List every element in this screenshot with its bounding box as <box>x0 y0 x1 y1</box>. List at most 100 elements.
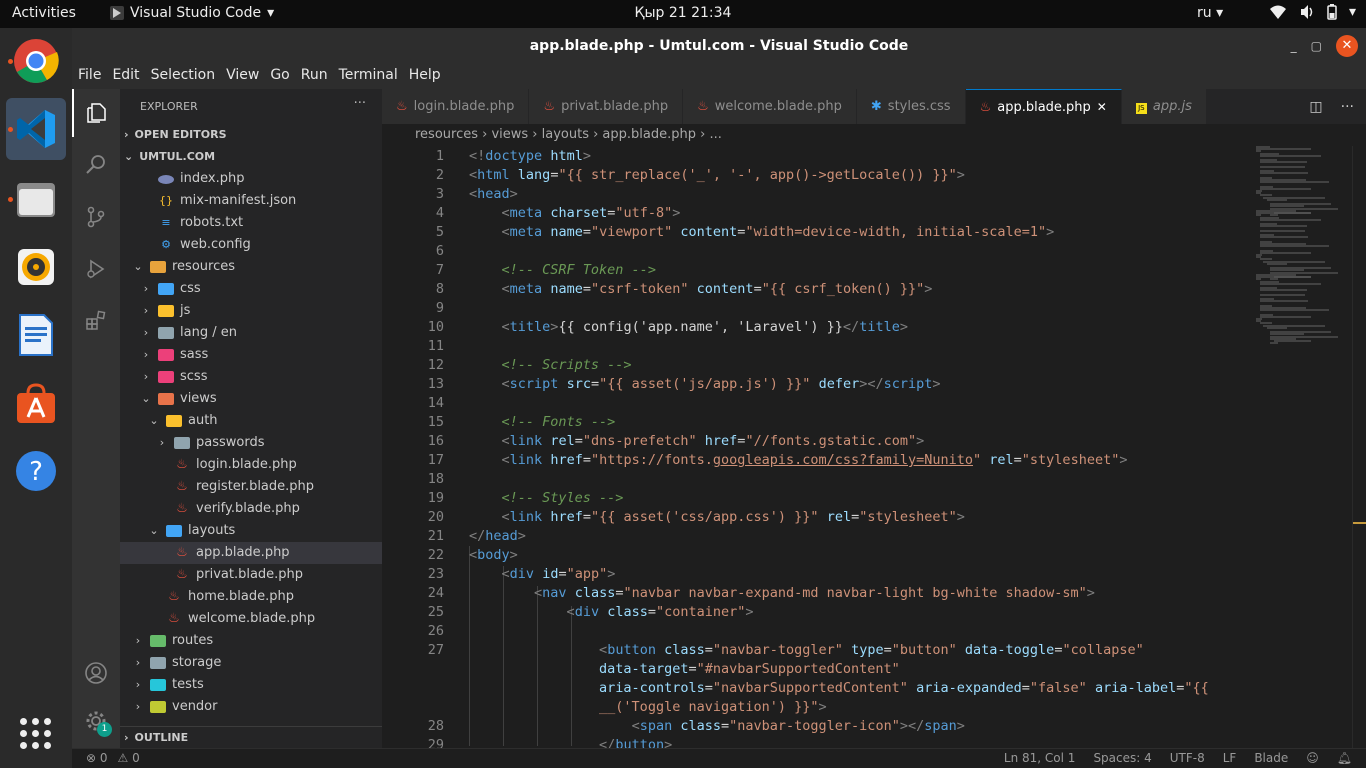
code-editor[interactable]: 1 <!doctype html> 2 <html lang="{{ str_repl… <box>382 146 1256 748</box>
dock-chrome[interactable] <box>6 30 66 92</box>
open-editors-section[interactable]: › OPEN EDITORS <box>120 124 382 146</box>
code-line[interactable]: <meta charset="utf-8"> <box>469 205 681 221</box>
editor-tab[interactable]: ♨ login.blade.php <box>382 89 530 124</box>
editor-tab[interactable]: JS app.js <box>1121 89 1207 124</box>
menu-go[interactable]: Go <box>264 64 294 89</box>
indentation[interactable]: Spaces: 4 <box>1093 751 1151 765</box>
code-line[interactable]: __('Toggle navigation') }}"> <box>469 699 827 715</box>
code-line[interactable]: data-target="#navbarSupportedContent" <box>469 661 900 677</box>
tree-item[interactable]: ≡ robots.txt <box>120 212 382 234</box>
show-applications-button[interactable] <box>20 718 52 750</box>
menu-selection[interactable]: Selection <box>145 64 221 89</box>
tree-item[interactable]: › storage <box>120 652 382 674</box>
system-tray[interactable]: ▾ <box>1269 4 1356 20</box>
notifications-bell-icon[interactable]: 🔔︎ <box>1337 751 1352 765</box>
code-line[interactable]: </button> <box>469 737 672 748</box>
breadcrumb[interactable]: resources › views › layouts › app.blade.… <box>382 124 1366 146</box>
tree-item[interactable]: ♨ login.blade.php <box>120 454 382 476</box>
code-line[interactable]: <body> <box>469 547 518 563</box>
explorer-icon[interactable] <box>72 89 120 137</box>
code-line[interactable]: aria-controls="navbarSupportedContent" a… <box>469 680 1209 696</box>
editor-tab[interactable]: ♨ app.blade.php ✕ <box>965 89 1122 125</box>
code-line[interactable]: <!doctype html> <box>469 148 591 164</box>
split-editor-icon[interactable]: ◫ <box>1309 99 1322 115</box>
maximize-button[interactable]: ▢ <box>1311 28 1322 64</box>
code-line[interactable]: <head> <box>469 186 518 202</box>
tree-item[interactable]: ♨ welcome.blade.php <box>120 608 382 630</box>
menu-terminal[interactable]: Terminal <box>333 64 403 89</box>
code-line[interactable]: <link href="{{ asset('css/app.css') }}" … <box>469 509 965 525</box>
tree-item[interactable]: › routes <box>120 630 382 652</box>
tree-item[interactable]: ⌄ views <box>120 388 382 410</box>
code-line[interactable]: <!-- Styles --> <box>469 490 624 506</box>
tree-item[interactable]: › lang / en <box>120 322 382 344</box>
menu-edit[interactable]: Edit <box>106 64 144 89</box>
source-control-icon[interactable] <box>72 193 120 241</box>
dock-files[interactable] <box>6 168 66 230</box>
menu-help[interactable]: Help <box>403 64 446 89</box>
tree-item[interactable]: ♨ verify.blade.php <box>120 498 382 520</box>
minimize-button[interactable]: _ <box>1291 28 1297 64</box>
code-line[interactable]: <link href="https://fonts.googleapis.com… <box>469 452 1128 468</box>
editor-tab[interactable]: ✱ styles.css <box>856 89 966 124</box>
dock-writer[interactable] <box>6 304 66 366</box>
manage-gear-icon[interactable]: 1 <box>72 697 120 745</box>
tree-item[interactable]: {} mix-manifest.json <box>120 190 382 212</box>
tree-item[interactable]: › passwords <box>120 432 382 454</box>
tree-item[interactable]: ⌄ auth <box>120 410 382 432</box>
editor-tab[interactable]: ♨ privat.blade.php <box>529 89 684 124</box>
tree-item[interactable]: ⚙ web.config <box>120 234 382 256</box>
code-line[interactable]: <title>{{ config('app.name', 'Laravel') … <box>469 319 908 335</box>
tree-item[interactable]: › css <box>120 278 382 300</box>
tree-item[interactable]: › scss <box>120 366 382 388</box>
close-button[interactable]: ✕ <box>1336 35 1358 57</box>
code-line[interactable]: <script src="{{ asset('js/app.js') }}" d… <box>469 376 941 392</box>
warnings-count[interactable]: ⚠ 0 <box>118 751 140 765</box>
code-line[interactable]: <button class="navbar-toggler" type="but… <box>469 642 1144 658</box>
tree-item[interactable]: ⌄ resources <box>120 256 382 278</box>
editor-tab[interactable]: ♨ welcome.blade.php <box>683 89 857 124</box>
encoding[interactable]: UTF-8 <box>1170 751 1205 765</box>
code-line[interactable]: <div id="app"> <box>469 566 616 582</box>
menu-run[interactable]: Run <box>295 64 333 89</box>
errors-count[interactable]: ⊗ 0 <box>86 751 108 765</box>
dock-software[interactable] <box>6 372 66 434</box>
code-line[interactable]: <meta name="csrf-token" content="{{ csrf… <box>469 281 933 297</box>
extensions-icon[interactable] <box>72 297 120 345</box>
close-tab-icon[interactable]: ✕ <box>1097 90 1107 125</box>
vertical-scrollbar[interactable] <box>1352 146 1366 748</box>
code-line[interactable]: <div class="container"> <box>469 604 754 620</box>
run-debug-icon[interactable] <box>72 245 120 293</box>
menu-file[interactable]: File <box>72 64 106 89</box>
code-line[interactable]: <!-- Scripts --> <box>469 357 632 373</box>
tree-item[interactable]: ⌄ layouts <box>120 520 382 542</box>
tree-item[interactable]: ♨ register.blade.php <box>120 476 382 498</box>
code-line[interactable]: <link rel="dns-prefetch" href="//fonts.g… <box>469 433 925 449</box>
dock-vscode[interactable] <box>6 98 66 160</box>
project-section[interactable]: ⌄ UMTUL.COM <box>120 146 382 168</box>
search-icon[interactable] <box>72 141 120 189</box>
explorer-more-actions[interactable]: ··· <box>354 89 366 119</box>
feedback-icon[interactable]: ☺ <box>1306 751 1319 765</box>
tree-item[interactable]: › vendor <box>120 696 382 718</box>
code-line[interactable]: <!-- Fonts --> <box>469 414 616 430</box>
tree-item[interactable]: › js <box>120 300 382 322</box>
code-line[interactable]: <!-- CSRF Token --> <box>469 262 656 278</box>
account-icon[interactable] <box>72 649 120 697</box>
tree-item[interactable]: › tests <box>120 674 382 696</box>
tree-item[interactable]: ♨ privat.blade.php <box>120 564 382 586</box>
code-line[interactable]: <span class="navbar-toggler-icon"></span… <box>469 718 965 734</box>
outline-section[interactable]: › OUTLINE <box>120 726 382 748</box>
menu-view[interactable]: View <box>220 64 264 89</box>
code-line[interactable]: <meta name="viewport" content="width=dev… <box>469 224 1055 240</box>
tree-item[interactable]: › sass <box>120 344 382 366</box>
tree-item[interactable]: ♨ app.blade.php <box>120 542 382 564</box>
more-actions-icon[interactable]: ··· <box>1341 99 1354 115</box>
tree-item[interactable]: index.php <box>120 168 382 190</box>
code-line[interactable]: </head> <box>469 528 526 544</box>
dock-rhythmbox[interactable] <box>6 236 66 298</box>
code-line[interactable]: <nav class="navbar navbar-expand-md navb… <box>469 585 1095 601</box>
tree-item[interactable]: ♨ home.blade.php <box>120 586 382 608</box>
activities-button[interactable]: Activities <box>12 5 76 21</box>
cursor-position[interactable]: Ln 81, Col 1 <box>1004 751 1076 765</box>
